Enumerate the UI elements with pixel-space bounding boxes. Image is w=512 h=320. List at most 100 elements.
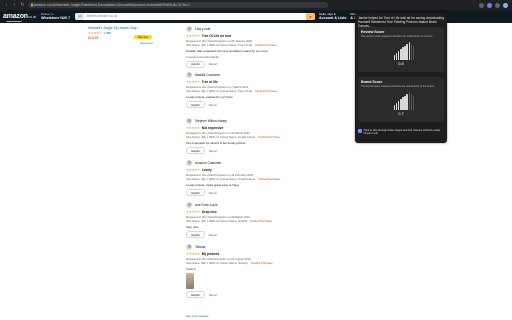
- gauge-bar: [408, 42, 410, 60]
- gauge-bar: [402, 97, 404, 110]
- review-title[interactable]: Lovely: [202, 168, 212, 172]
- address-bar[interactable]: 🔒 amazon.co.uk/Hamwell-Jungle-Rainforest…: [28, 2, 328, 8]
- url-text: amazon.co.uk/Hamwell-Jungle-Rainforest-D…: [34, 3, 190, 7]
- review-score-card: Review Score The review score analysis i…: [358, 27, 444, 72]
- review-score-title: Review Score: [361, 30, 385, 34]
- reviewer-name: Ava Forte-Louis: [195, 203, 218, 207]
- gauge-bar: [412, 45, 414, 60]
- review-body: I love it: [186, 267, 196, 272]
- search-category-select[interactable]: All: [75, 13, 85, 20]
- review-stars: ★★★★★: [186, 251, 200, 256]
- report-link[interactable]: Report: [209, 62, 217, 66]
- review-variant: Size Name: 40L × 30W cm Colour Name: Gol…: [186, 219, 272, 224]
- account-menu[interactable]: Hello, sign in Account & Lists: [319, 12, 346, 20]
- gauge-bar: [404, 95, 406, 110]
- browser-toolbar: ‹ › ↻ 🔒 amazon.co.uk/Hamwell-Jungle-Rain…: [0, 0, 512, 10]
- review-photo[interactable]: [186, 273, 194, 290]
- avatar: [186, 160, 192, 166]
- review-body: Lovely picture, perfect for my home: [186, 95, 233, 100]
- report-link[interactable]: Report: [209, 293, 217, 297]
- report-link[interactable]: Report: [209, 233, 217, 237]
- review-stars: ★★★★★: [186, 167, 200, 172]
- verified-purchase-badge: Verified Purchase: [250, 261, 273, 266]
- review-title[interactable]: Tree Of Life on love: [202, 34, 232, 38]
- review-body: Too expensive for what it is but lovely …: [186, 141, 246, 146]
- brand-score-title: Brand Score: [361, 80, 383, 84]
- helpful-button[interactable]: Helpful: [186, 189, 205, 197]
- review-extension-icon[interactable]: [487, 2, 492, 8]
- review-item: Tatiana ★★★★★ My pictures Reviewed in th…: [186, 244, 351, 299]
- reload-icon[interactable]: ↻: [20, 2, 25, 8]
- see-buy-button[interactable]: See buy: [134, 35, 152, 39]
- helpful-button[interactable]: Helpful: [186, 291, 205, 299]
- review-date: Reviewed in the United Kingdom on 19 Mar…: [186, 130, 250, 135]
- verified-purchase-badge: Verified Purchase: [258, 135, 281, 140]
- product-summary: Hamwell's Jungle Sp Leaves Gary... ★★★★½…: [88, 26, 166, 45]
- report-link[interactable]: Report: [209, 149, 217, 153]
- gauge-bar: [412, 95, 414, 110]
- review-variant: Size Name: 40L × 30W cm Colour Name: 9 L…: [186, 177, 281, 182]
- helpful-button[interactable]: Helpful: [186, 60, 205, 68]
- product-rating-count[interactable]: 1,085: [104, 31, 112, 35]
- review-stars: ★★★★★: [186, 209, 200, 214]
- review-title[interactable]: Keep nice: [202, 210, 217, 214]
- brand-score-gauge: [394, 92, 414, 110]
- gauge-bar: [396, 52, 398, 60]
- gauge-bar: [396, 102, 398, 110]
- lock-icon: 🔒: [30, 3, 35, 7]
- review-body: Smaller than expected, but very consiste…: [186, 49, 269, 54]
- report-link[interactable]: Report: [209, 191, 217, 195]
- review-title[interactable]: My pictures: [202, 252, 220, 256]
- verified-purchase-badge: Verified Purchase: [255, 43, 277, 48]
- see-more-reviews-link[interactable]: See more reviews: [186, 314, 208, 318]
- reviewer-name: Lisa y-cote: [195, 27, 211, 31]
- report-link[interactable]: Report: [209, 103, 217, 107]
- popup-footer: ✓ Click to skip through these stages and…: [358, 128, 444, 136]
- reviewer-name: Tatiana: [195, 245, 206, 249]
- review-score-description: The review score analysis indicates the …: [361, 35, 434, 38]
- helpful-count: 2 people found this helpful: [186, 54, 219, 59]
- back-icon[interactable]: ‹: [4, 2, 9, 8]
- profile-avatar[interactable]: [503, 2, 508, 8]
- review-variant: Size Name: 40L × 30W cm Colour Name: Tre…: [186, 43, 277, 48]
- search-bar: All Search Amazon.co.uk ⌕: [75, 13, 315, 20]
- extension-popup: Jamhe helped for Tree of Life wall art f…: [355, 13, 447, 143]
- review-stars: ★★★★★: [186, 79, 200, 84]
- helpful-button[interactable]: Helpful: [186, 147, 205, 155]
- forward-icon[interactable]: ›: [12, 2, 17, 8]
- brand-score-value: 0.7: [398, 111, 404, 116]
- helpful-button[interactable]: Helpful: [186, 231, 205, 239]
- extension-icon[interactable]: [479, 2, 484, 8]
- gauge-bar: [406, 93, 408, 110]
- product-name-link[interactable]: Hamwell's Jungle Sp Leaves Gary...: [88, 26, 166, 30]
- product-rating-stars: ★★★★½: [88, 31, 102, 35]
- review-title[interactable]: Tree of life: [202, 80, 218, 84]
- review-item: Maddie Customer ★★★★★ Tree of life Revie…: [186, 72, 351, 109]
- amazon-logo[interactable]: amazon.co.uk: [3, 13, 37, 22]
- search-input[interactable]: Search Amazon.co.uk: [84, 13, 306, 20]
- popup-footer-text: Click to skip through these stages and f…: [363, 129, 441, 136]
- review-date: Reviewed in the United Kingdom on 7 Marc…: [186, 84, 249, 89]
- puzzle-icon[interactable]: [495, 2, 500, 8]
- avatar: [186, 118, 192, 124]
- review-stars: ★★★★★: [186, 33, 200, 38]
- search-icon[interactable]: ⌕: [306, 13, 315, 20]
- review-title[interactable]: Not expensive: [202, 126, 224, 130]
- gauge-bar: [406, 43, 408, 60]
- review-score-gauge: [394, 42, 414, 60]
- gauge-bar: [404, 45, 406, 60]
- review-stars: ★★★★★: [186, 125, 200, 130]
- checkbox-icon[interactable]: ✓: [358, 128, 362, 133]
- reviewer-name: Stephen Wilton-Haney: [195, 119, 227, 123]
- gauge-bar: [410, 93, 412, 110]
- verified-purchase-badge: Verified Purchase: [258, 177, 281, 182]
- reviewer-name: Amazon Customer: [195, 161, 222, 165]
- review-item: Lisa y-cote ★★★★★ Tree Of Life on love R…: [186, 26, 351, 68]
- review-variant: Size Name: 40L × 30W cm Colour Name: Nur…: [186, 261, 273, 266]
- review-date: Reviewed in the United Kingdom on 25 Jan…: [186, 38, 253, 43]
- gauge-bar: [400, 99, 402, 110]
- deliver-to[interactable]: Deliver to Whetstone N20 7: [41, 12, 71, 20]
- helpful-button[interactable]: Helpful: [186, 101, 205, 109]
- review-item: Stephen Wilton-Haney ★★★★★ Not expensive…: [186, 118, 351, 155]
- gauge-bar: [410, 43, 412, 60]
